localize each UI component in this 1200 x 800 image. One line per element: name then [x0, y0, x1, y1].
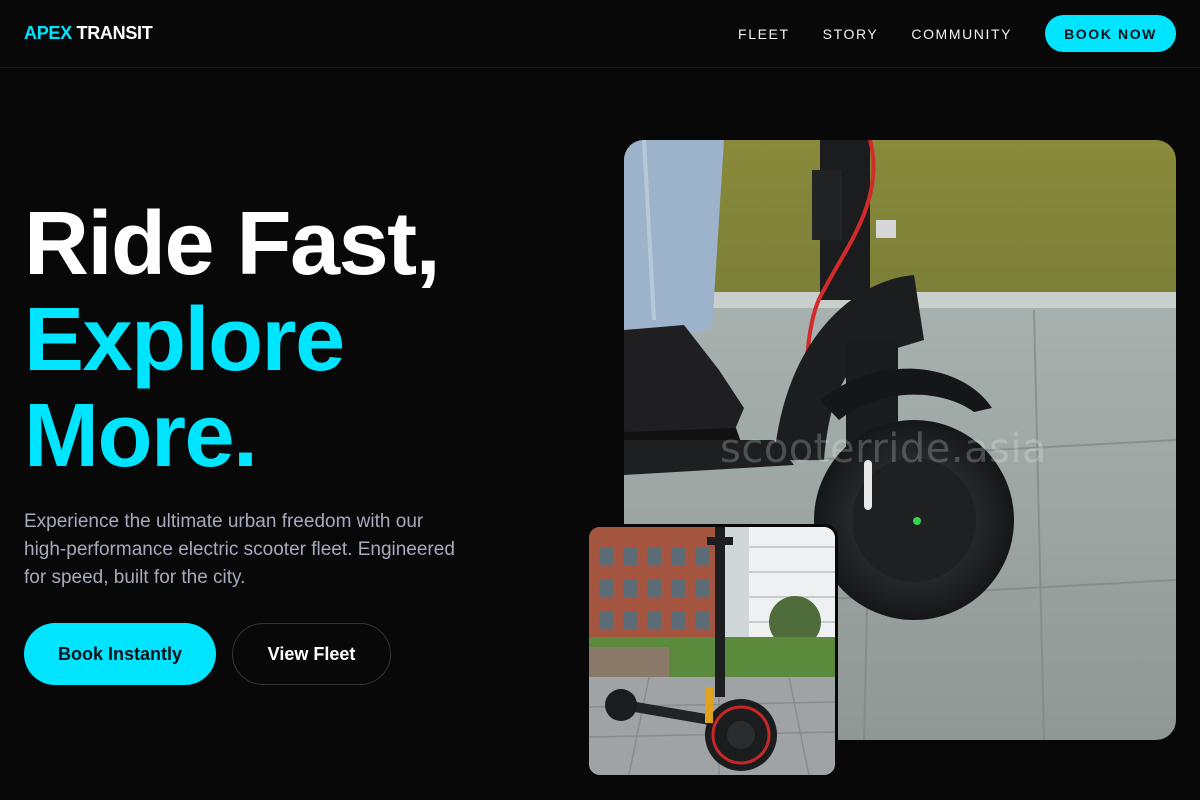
nav-link-fleet[interactable]: FLEET — [738, 26, 790, 42]
headline-line-3: More. — [24, 386, 258, 486]
landing-page: APEX TRANSIT FLEET STORY COMMUNITY BOOK … — [0, 0, 1200, 800]
nav-link-community[interactable]: COMMUNITY — [911, 26, 1012, 42]
hero-headline: Ride Fast, Explore More. — [24, 194, 441, 486]
book-now-button[interactable]: BOOK NOW — [1045, 15, 1176, 52]
nav-link-story[interactable]: STORY — [823, 26, 879, 42]
inset-scooter-photo — [586, 524, 838, 778]
brand-logo[interactable]: APEX TRANSIT — [24, 23, 153, 44]
headline-line-1: Ride Fast, — [24, 194, 441, 294]
book-instantly-button[interactable]: Book Instantly — [24, 623, 216, 685]
main-nav: FLEET STORY COMMUNITY BOOK NOW — [738, 15, 1176, 52]
scooter-street-illustration — [589, 527, 835, 775]
logo-accent-text: APEX — [24, 23, 72, 43]
logo-text: TRANSIT — [76, 23, 153, 43]
site-header: APEX TRANSIT FLEET STORY COMMUNITY BOOK … — [0, 0, 1200, 68]
hero-description: Experience the ultimate urban freedom wi… — [24, 511, 455, 588]
headline-line-2: Explore — [24, 290, 345, 390]
inset-photo-frame — [589, 527, 835, 775]
view-fleet-button[interactable]: View Fleet — [232, 623, 391, 685]
